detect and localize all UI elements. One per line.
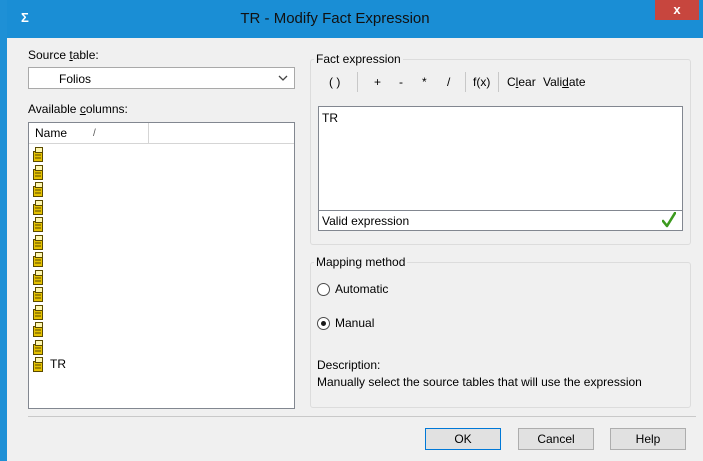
- help-button[interactable]: Help: [610, 428, 686, 450]
- manual-radio-label[interactable]: Manual: [335, 316, 374, 330]
- minus-button[interactable]: -: [399, 75, 403, 89]
- column-header-name-label: Name: [35, 126, 68, 140]
- list-item[interactable]: [32, 164, 282, 181]
- column-icon: [32, 357, 45, 372]
- list-item[interactable]: [32, 234, 282, 251]
- column-icon: [32, 322, 45, 337]
- dialog-window: Σ TR - Modify Fact Expression x Source t…: [0, 0, 703, 461]
- list-item[interactable]: TR: [32, 356, 282, 373]
- list-item-label: TR: [50, 357, 66, 371]
- list-item[interactable]: [32, 304, 282, 321]
- radio-selected-dot: [321, 321, 326, 326]
- list-item[interactable]: [32, 199, 282, 216]
- column-icon: [32, 269, 45, 285]
- ok-button[interactable]: OK: [425, 428, 501, 450]
- list-item[interactable]: [32, 181, 282, 198]
- function-button[interactable]: f(x): [473, 75, 490, 89]
- cancel-button[interactable]: Cancel: [518, 428, 594, 450]
- list-item[interactable]: [32, 339, 282, 356]
- checkmark-icon: [661, 211, 677, 231]
- list-item[interactable]: [32, 251, 282, 268]
- dialog-client-area: Source table: Folios Available columns: …: [7, 38, 703, 461]
- column-icon: [32, 147, 45, 162]
- column-icon: [32, 217, 45, 232]
- list-item[interactable]: [32, 286, 282, 303]
- chevron-down-icon: [278, 70, 288, 89]
- parens-button[interactable]: ( ): [329, 75, 340, 89]
- source-table-label: Source table:: [28, 48, 99, 62]
- list-item[interactable]: [32, 216, 282, 233]
- list-item[interactable]: [32, 321, 282, 338]
- column-icon: [32, 304, 45, 320]
- validate-button[interactable]: Validate: [543, 75, 586, 89]
- column-icon: [32, 164, 45, 180]
- automatic-radio-label[interactable]: Automatic: [335, 282, 388, 296]
- close-button[interactable]: x: [655, 0, 699, 20]
- automatic-radio[interactable]: [317, 283, 330, 296]
- column-icon: [32, 287, 45, 302]
- column-icon: [32, 339, 45, 355]
- list-header: Name /: [29, 123, 294, 144]
- column-icon: [32, 252, 45, 267]
- toolbar-separator: [498, 72, 499, 92]
- divide-button[interactable]: /: [447, 75, 450, 89]
- multiply-button[interactable]: *: [422, 75, 427, 89]
- list-item[interactable]: [32, 269, 282, 286]
- description-text: Manually select the source tables that w…: [317, 375, 642, 389]
- sort-indicator: /: [93, 128, 96, 139]
- validation-status-bar: Valid expression: [319, 210, 682, 230]
- toolbar-separator: [465, 72, 466, 92]
- expression-text[interactable]: TR: [322, 111, 338, 125]
- window-left-border: [0, 0, 7, 461]
- description-label: Description:: [317, 358, 381, 372]
- validation-status-text: Valid expression: [322, 214, 410, 228]
- plus-button[interactable]: +: [374, 75, 381, 89]
- clear-button[interactable]: Clear: [507, 75, 536, 89]
- column-header-name[interactable]: Name /: [29, 123, 149, 144]
- manual-radio[interactable]: [317, 317, 330, 330]
- list-item[interactable]: [32, 146, 282, 163]
- column-icon: [32, 199, 45, 215]
- column-icon: [32, 182, 45, 197]
- expression-editor[interactable]: TR Valid expression: [318, 106, 683, 231]
- title-bar[interactable]: Σ TR - Modify Fact Expression x: [7, 0, 703, 38]
- column-icon: [32, 234, 45, 250]
- fact-expression-group-label: Fact expression: [314, 52, 403, 66]
- expression-toolbar: ( ) + - * / f(x) Clear Validate: [317, 68, 683, 96]
- toolbar-separator: [357, 72, 358, 92]
- available-columns-list[interactable]: Name / TR: [28, 122, 295, 409]
- available-columns-label: Available columns:: [28, 102, 128, 116]
- source-table-dropdown[interactable]: Folios: [28, 67, 295, 89]
- mapping-method-group-label: Mapping method: [314, 255, 408, 269]
- source-table-value: Folios: [59, 72, 92, 86]
- window-title: TR - Modify Fact Expression: [240, 10, 430, 27]
- button-divider: [28, 416, 696, 417]
